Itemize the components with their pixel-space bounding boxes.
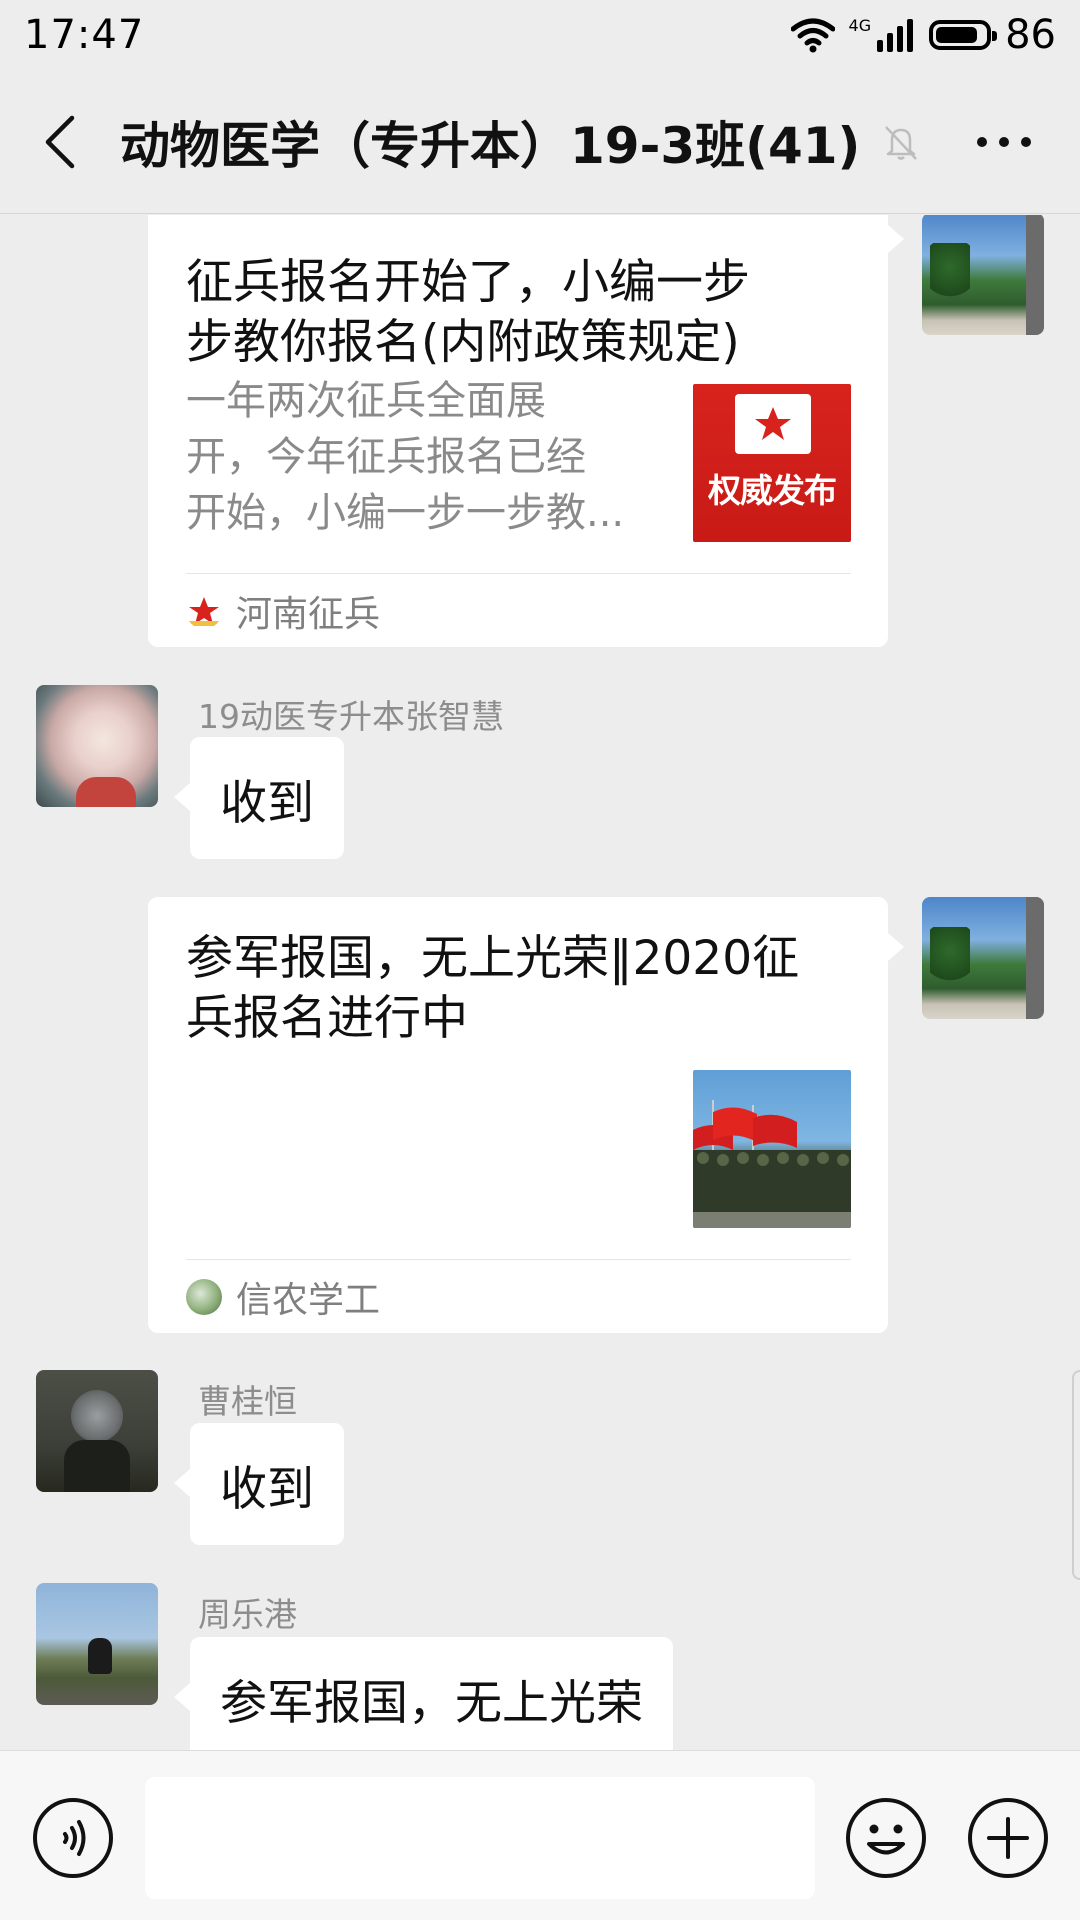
- plus-icon: [968, 1798, 1048, 1878]
- article-source: 河南征兵: [186, 585, 380, 637]
- back-button[interactable]: [0, 70, 120, 214]
- message-input[interactable]: [145, 1777, 815, 1899]
- avatar[interactable]: [36, 685, 158, 807]
- avatar-self[interactable]: [922, 215, 1044, 335]
- article-source: 信农学工: [186, 1271, 380, 1323]
- voice-icon: [33, 1798, 113, 1878]
- bubble-tail: [174, 783, 190, 811]
- article-thumbnail: [693, 1070, 851, 1228]
- bubble-tail: [888, 225, 904, 253]
- article-title: 参军报国，无上光荣‖2020征 兵报名进行中: [186, 929, 866, 1049]
- network-type: 4G: [848, 15, 872, 35]
- battery-level: [936, 27, 978, 43]
- emoji-icon: [846, 1798, 926, 1878]
- article-desc-line: 开始，小编一步一步教...: [186, 490, 625, 536]
- status-time: 17:47: [24, 12, 145, 58]
- article-title: 征兵报名开始了，小编一步 步教你报名(内附政策规定): [186, 253, 866, 373]
- status-icons: 4G 86: [790, 12, 1056, 58]
- back-arrow-icon: [45, 115, 75, 168]
- article-title-line: 参军报国，无上光荣‖2020征: [186, 931, 800, 986]
- official-account-icon: [186, 1279, 222, 1315]
- avatar[interactable]: [36, 1370, 158, 1492]
- sender-name: 曹桂恒: [198, 1382, 297, 1421]
- source-name: 河南征兵: [236, 594, 381, 635]
- article-card[interactable]: 征兵报名开始了，小编一步 步教你报名(内附政策规定) 一年两次征兵全面展 开，今…: [148, 215, 904, 647]
- sender-name: 周乐港: [198, 1595, 297, 1634]
- chat-message-list[interactable]: 征兵报名开始了，小编一步 步教你报名(内附政策规定) 一年两次征兵全面展 开，今…: [0, 215, 1080, 1750]
- article-title-line: 步教你报名(内附政策规定): [186, 315, 740, 370]
- more-dots-icon: [977, 137, 1031, 147]
- article-description: 一年两次征兵全面展 开，今年征兵报名已经 开始，小编一步一步教...: [186, 373, 646, 541]
- article-title-line: 兵报名进行中: [186, 991, 468, 1046]
- avatar[interactable]: [36, 1583, 158, 1705]
- more-functions-button[interactable]: [967, 1797, 1049, 1879]
- voice-button[interactable]: [32, 1797, 114, 1879]
- card-divider: [186, 573, 851, 574]
- bubble-tail: [888, 933, 904, 961]
- battery-percent: 86: [1005, 12, 1056, 58]
- army-star-icon: [186, 593, 222, 629]
- message-text: 收到: [220, 1461, 314, 1517]
- article-desc-line: 一年两次征兵全面展: [186, 378, 546, 424]
- wifi-icon: [790, 18, 835, 53]
- scroll-indicator[interactable]: [1072, 1370, 1080, 1580]
- sender-name: 19动医专升本张智慧: [198, 697, 504, 736]
- status-bar: 17:47 4G 86: [0, 0, 1080, 70]
- chat-header: 动物医学（专升本）19-3班(41): [0, 70, 1080, 214]
- article-card[interactable]: 参军报国，无上光荣‖2020征 兵报名进行中 信农学工: [148, 897, 904, 1333]
- avatar-self[interactable]: [922, 897, 1044, 1019]
- text-bubble[interactable]: 收到: [174, 737, 344, 859]
- text-bubble[interactable]: 参军报国，无上光荣: [174, 1637, 673, 1750]
- emoji-button[interactable]: [845, 1797, 927, 1879]
- chat-title: 动物医学（专升本）19-3班(41): [120, 116, 861, 175]
- flags-soldiers-image: [693, 1100, 851, 1228]
- message-text: 收到: [220, 775, 314, 831]
- thumbnail-label: 权威发布: [708, 471, 837, 510]
- message-text: 参军报国，无上光荣: [220, 1675, 643, 1731]
- article-title-line: 征兵报名开始了，小编一步: [186, 255, 750, 310]
- input-bar: [0, 1750, 1080, 1920]
- text-bubble[interactable]: 收到: [174, 1423, 344, 1545]
- bubble-tail: [174, 1683, 190, 1711]
- article-desc-line: 开，今年征兵报名已经: [186, 434, 586, 480]
- red-star-icon: [735, 394, 811, 454]
- signal-icon: [877, 19, 914, 52]
- more-button[interactable]: [956, 114, 1052, 170]
- battery-icon: [929, 20, 998, 50]
- article-thumbnail: 权威发布: [693, 384, 851, 542]
- source-name: 信农学工: [236, 1280, 381, 1321]
- bubble-tail: [174, 1469, 190, 1497]
- card-divider: [186, 1259, 851, 1260]
- bell-muted-icon: [885, 125, 918, 160]
